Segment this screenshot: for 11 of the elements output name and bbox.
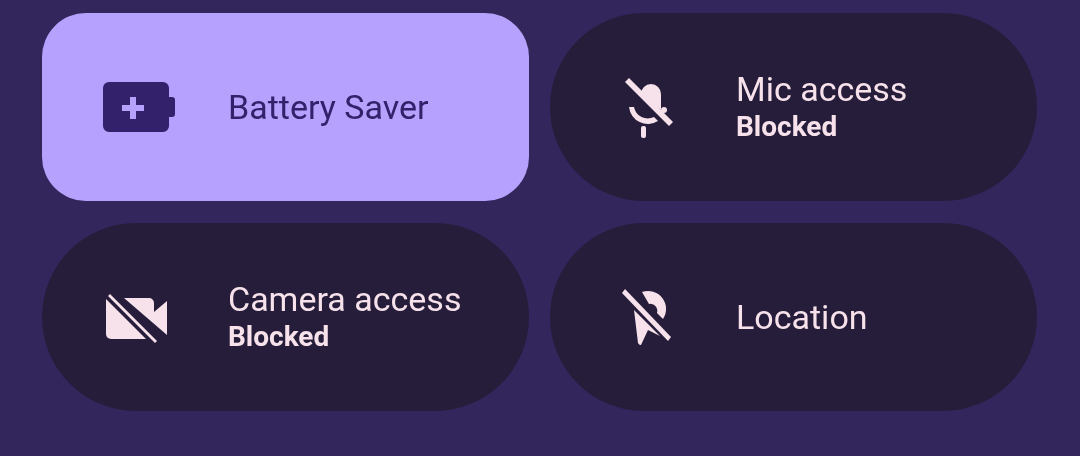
quick-settings-tile[interactable]: Battery Saver (42, 13, 529, 201)
quick-settings-tile[interactable]: Camera access Blocked (42, 223, 529, 411)
tile-label: Camera access (228, 279, 462, 319)
battery-icon (101, 82, 175, 132)
quick-settings-tile[interactable]: Location (550, 223, 1037, 411)
tile-label: Mic access (736, 69, 908, 109)
quick-settings-tile[interactable]: Mic access Blocked (550, 13, 1037, 201)
tile-status: Blocked (228, 319, 331, 355)
tile-label: Battery Saver (228, 87, 429, 127)
tile-label: Location (736, 297, 868, 337)
tile-status: Blocked (736, 109, 839, 145)
